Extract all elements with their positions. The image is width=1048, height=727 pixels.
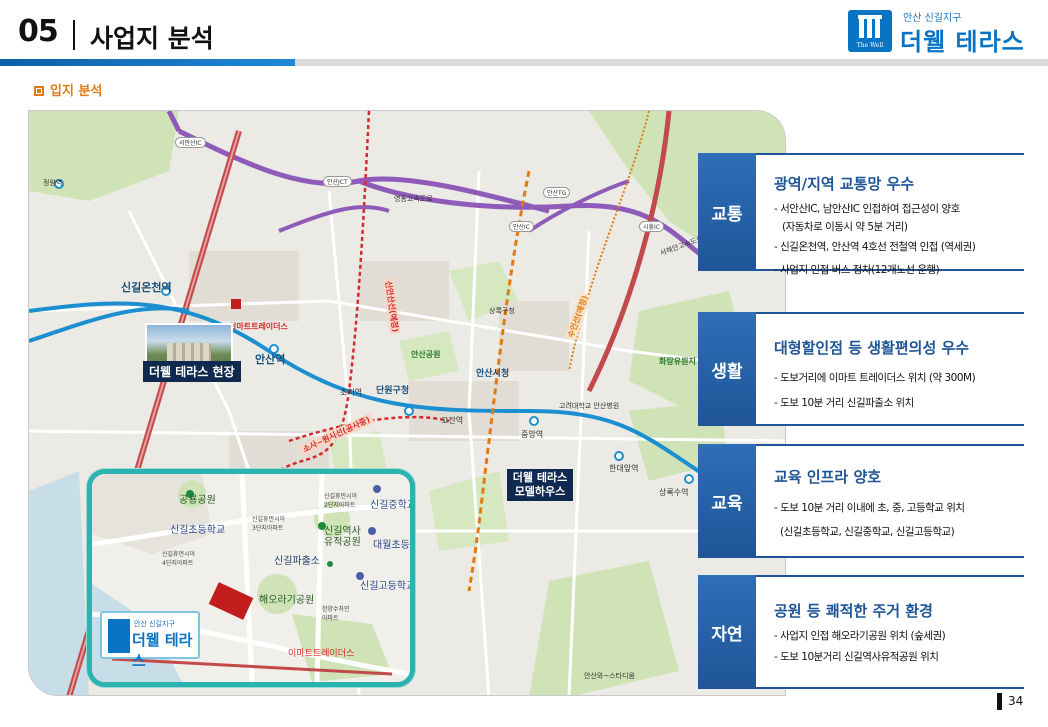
inset-apt-label: 신길휴먼시아 4단지아파트	[162, 551, 196, 567]
station-label: 한대앞역	[609, 464, 639, 473]
road-label: 안산TG	[543, 187, 571, 198]
square-bullet-icon	[34, 86, 44, 96]
inset-apt-label: 한양수자인 아파트	[322, 606, 350, 622]
inset-school-label: 신길중학교	[370, 500, 415, 511]
inset-school-label: 신길고등학교	[360, 581, 415, 592]
inset-park-label: 신길역사 유적공원	[324, 526, 361, 548]
panel-tab: 생활	[698, 312, 756, 426]
panel-line: - 도보거리에 이마트 트레이더스 위치 (약 300M)	[774, 372, 976, 384]
inset-school-label: 신길초등학교	[170, 525, 226, 536]
panel-heading: 공원 등 쾌적한 주거 환경	[774, 602, 933, 620]
road-label: 영동고속도로	[394, 195, 433, 203]
header-rule-accent	[0, 59, 295, 66]
landmark-label: 단원구청	[376, 386, 410, 396]
landmark-label: 고려대학교 안산병원	[559, 402, 620, 410]
panel-line: - 도보 10분 거리 신길파출소 위치	[774, 397, 914, 409]
station-label: 초지역	[340, 388, 363, 397]
brand-name: 더웰 테라스	[900, 28, 1025, 56]
page-title: 사업지 분석	[90, 24, 214, 53]
panel-transport: 교통 광역/지역 교통망 우수 - 서안산IC, 남안산IC 인접하여 접근성이…	[698, 153, 1024, 271]
station-label: 고잔역	[441, 416, 464, 425]
panel-nature: 자연 공원 등 쾌적한 주거 환경 - 사업지 인접 해오라기공원 위치 (숲세…	[698, 575, 1024, 689]
panel-line: - 사업지 인접 버스 정차(12개노선 운행)	[774, 264, 940, 276]
panel-heading: 광역/지역 교통망 우수	[774, 175, 915, 193]
panel-line: - 서안산IC, 남안산IC 인접하여 접근성이 양호	[774, 203, 960, 215]
panel-education: 교육 교육 인프라 양호 - 도보 10분 거리 이내에 초, 중, 고등학교 …	[698, 444, 1024, 558]
panel-line: (신길초등학교, 신길중학교, 신길고등학교)	[780, 526, 955, 538]
page-header: 05 사업지 분석 The Well 안산 신길지구 더웰 테라스	[0, 0, 1048, 66]
landmark-label: 안산시청	[476, 369, 510, 379]
station-label: 정왕역	[43, 179, 63, 187]
panel-living: 생활 대형할인점 등 생활편의성 우수 - 도보거리에 이마트 트레이더스 위치…	[698, 312, 1024, 426]
landmark-label: 안산와~스타디움	[584, 672, 635, 680]
brand-logo-icon	[108, 619, 130, 653]
station-label: 신길온천역	[121, 281, 172, 294]
road-label: 안산JCT	[323, 176, 352, 187]
panel-line: - 사업지 인접 해오라기공원 위치 (숲세권)	[774, 630, 946, 642]
inset-brand-logo: 안산 신길지구 더웰 테라스	[100, 611, 200, 670]
park-label: 안산공원	[411, 350, 441, 359]
road-label: 서안산IC	[175, 137, 206, 148]
page-number-marker	[997, 693, 1002, 710]
inset-park-label: 공룡공원	[179, 495, 216, 506]
road-label: 시흥IC	[639, 221, 664, 232]
inset-park-label: 해오라기공원	[259, 595, 315, 606]
inset-apt-label: 신길휴먼시아 2단지아파트	[324, 493, 358, 509]
model-house-label: 더웰 테라스 모델하우스	[507, 469, 573, 501]
section-number: 05	[18, 14, 59, 49]
panel-tab: 교육	[698, 444, 756, 558]
park-label: 화랑유원지	[659, 357, 696, 366]
inset-emart-label: 이마트트레이더스	[288, 649, 355, 659]
inset-police-label: 신길파출소	[274, 556, 320, 567]
station-label: 중앙역	[521, 430, 544, 439]
brand-logo-icon: The Well	[848, 10, 892, 52]
header-divider	[73, 20, 75, 50]
panel-heading: 교육 인프라 양호	[774, 468, 882, 486]
landmark-label: 상록구청	[489, 307, 515, 315]
location-map: 신길온천역 안산역 정왕역 초지역 고잔역 중앙역 한대앞역 상록수역 단원구청…	[28, 110, 786, 696]
emart-label: 이마트트레이더스	[229, 322, 288, 331]
section-label: 입지 분석	[34, 80, 102, 99]
panel-heading: 대형할인점 등 생활편의성 우수	[774, 339, 970, 357]
panel-line: - 신길온천역, 안산역 4호선 전철역 인접 (역세권)	[774, 241, 976, 253]
panel-line: - 도보 10분거리 신길역사유적공원 위치	[774, 651, 939, 663]
site-label: 더웰 테라스 현장	[143, 361, 241, 382]
station-label: 안산역	[255, 353, 286, 366]
panel-tab: 자연	[698, 575, 756, 689]
inset-apt-label: 신길휴먼시아 3단지아파트	[252, 516, 286, 532]
panel-line: (자동차로 이동시 약 5분 거리)	[782, 221, 908, 233]
page-number: 34	[1008, 694, 1024, 708]
inset-map: 공룡공원 신길초등학교 신길중학교 신길역사 유적공원 대월초등학교 신길파출소…	[87, 469, 415, 687]
inset-school-label: 대월초등학교	[373, 540, 410, 551]
panel-tab: 교통	[698, 153, 756, 271]
station-label: 상록수역	[659, 488, 689, 497]
panel-line: - 도보 10분 거리 이내에 초, 중, 고등학교 위치	[774, 502, 965, 514]
road-label: 안산IC	[509, 221, 534, 232]
